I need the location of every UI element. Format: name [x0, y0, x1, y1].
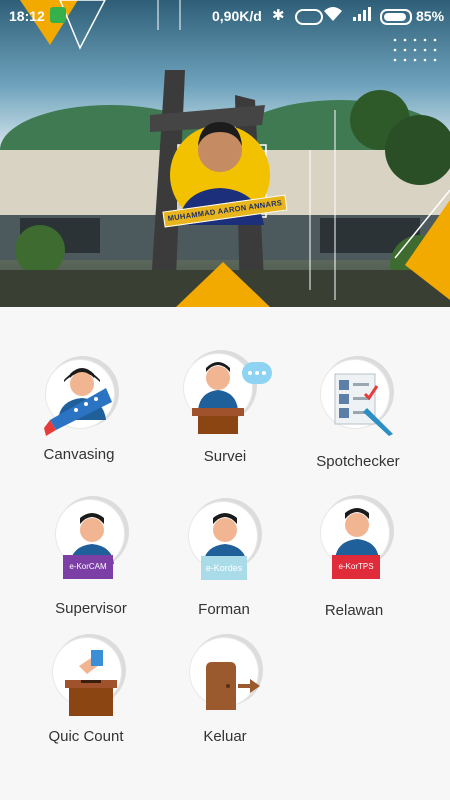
supervisor-label: Supervisor [55, 600, 127, 617]
menu-keluar[interactable]: Keluar [160, 636, 290, 751]
network-speed: 0,90K/d [212, 8, 262, 24]
shield-icon [50, 7, 66, 23]
survei-label: Survei [203, 448, 247, 465]
signal-icon [353, 7, 371, 21]
exit-door-icon [206, 662, 260, 710]
relawan-label: Relawan [324, 602, 384, 619]
battery-percent: 85% [416, 8, 445, 24]
supervisor-sign: e-KorCAM [63, 555, 113, 579]
status-time: 18:12 [9, 8, 45, 24]
menu-relawan[interactable]: e-KorTPS Relawan [289, 497, 419, 621]
ballot-box-icon [65, 650, 117, 716]
relawan-sign: e-KorTPS [332, 555, 380, 579]
header-banner: MUHAMMAD AARON ANNARS 18:12 0,90K/d ✱ 85… [0, 0, 450, 307]
menu-quick-count[interactable]: Quic Count [21, 636, 151, 751]
megaphone-person-icon [44, 368, 112, 436]
forman-sign: e-Kordes [201, 556, 247, 580]
menu-forman[interactable]: e-Kordes Forman [159, 500, 289, 620]
menu-spotchecker[interactable]: Spotchecker [293, 358, 423, 473]
status-bar: 18:12 0,90K/d ✱ 85% [0, 0, 450, 32]
checklist-icon [334, 373, 393, 436]
menu-supervisor[interactable]: e-KorCAM Supervisor [26, 500, 156, 620]
banner-artwork [0, 0, 450, 307]
menu-survei[interactable]: Survei [160, 352, 290, 470]
keluar-label: Keluar [203, 728, 247, 745]
forman-label: Forman [198, 601, 250, 618]
podium-speech-icon [192, 362, 272, 434]
quick-count-label: Quic Count [48, 728, 124, 745]
menu-canvasing[interactable]: Canvasing [14, 358, 144, 473]
spotchecker-label: Spotchecker [316, 453, 400, 470]
canvasing-label: Canvasing [43, 446, 115, 463]
link-icon [295, 9, 323, 25]
bluetooth-icon: ✱ [272, 7, 285, 24]
battery-icon [380, 9, 412, 25]
wifi-icon [324, 7, 342, 21]
